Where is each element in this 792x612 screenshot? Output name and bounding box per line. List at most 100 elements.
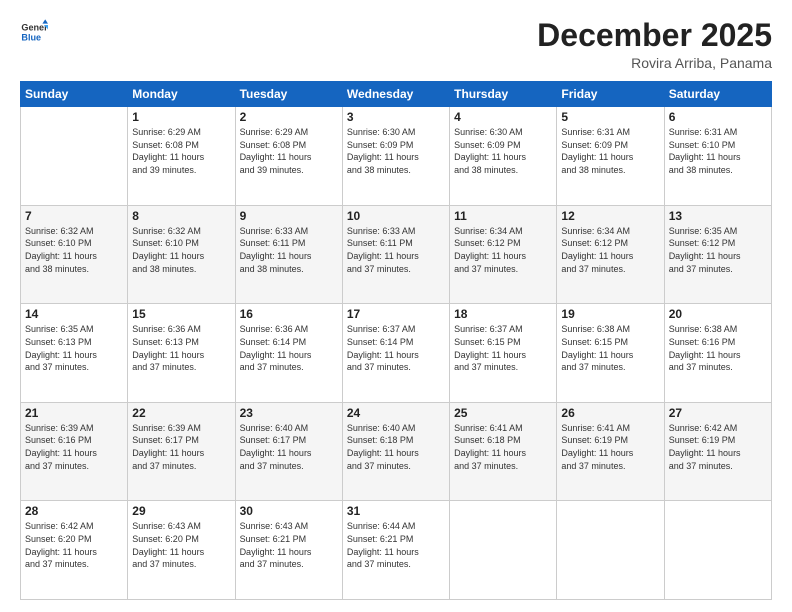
day-info: Sunrise: 6:35 AM Sunset: 6:13 PM Dayligh… — [25, 323, 123, 373]
title-area: December 2025 Rovira Arriba, Panama — [537, 18, 772, 71]
header-thursday: Thursday — [450, 82, 557, 107]
table-row: 14Sunrise: 6:35 AM Sunset: 6:13 PM Dayli… — [21, 304, 128, 403]
table-row: 1Sunrise: 6:29 AM Sunset: 6:08 PM Daylig… — [128, 107, 235, 206]
day-info: Sunrise: 6:36 AM Sunset: 6:13 PM Dayligh… — [132, 323, 230, 373]
day-info: Sunrise: 6:31 AM Sunset: 6:09 PM Dayligh… — [561, 126, 659, 176]
day-info: Sunrise: 6:29 AM Sunset: 6:08 PM Dayligh… — [240, 126, 338, 176]
day-info: Sunrise: 6:43 AM Sunset: 6:21 PM Dayligh… — [240, 520, 338, 570]
day-info: Sunrise: 6:33 AM Sunset: 6:11 PM Dayligh… — [347, 225, 445, 275]
days-header-row: Sunday Monday Tuesday Wednesday Thursday… — [21, 82, 772, 107]
day-number: 7 — [25, 209, 123, 223]
table-row: 12 Sunrise: 6:34 AM Sunset: 6:12 PM Dayli… — [557, 205, 664, 304]
day-info: Sunrise: 6:31 AM Sunset: 6:10 PM Dayligh… — [669, 126, 767, 176]
table-row: 20 Sunrise: 6:38 AM Sunset: 6:16 PM Dayli… — [664, 304, 771, 403]
day-info: Sunrise: 6:37 AM Sunset: 6:14 PM Dayligh… — [347, 323, 445, 373]
table-row: 18 Sunrise: 6:37 AM Sunset: 6:15 PM Dayli… — [450, 304, 557, 403]
table-row: 30 Sunrise: 6:43 AM Sunset: 6:21 PM Dayli… — [235, 501, 342, 600]
header-monday: Monday — [128, 82, 235, 107]
day-number: 27 — [669, 406, 767, 420]
header-tuesday: Tuesday — [235, 82, 342, 107]
day-number: 3 — [347, 110, 445, 124]
header-saturday: Saturday — [664, 82, 771, 107]
calendar-week-4: 21 Sunrise: 6:39 AM Sunset: 6:16 PM Dayli… — [21, 402, 772, 501]
svg-text:Blue: Blue — [21, 32, 41, 42]
month-title: December 2025 — [537, 18, 772, 53]
day-info: Sunrise: 6:40 AM Sunset: 6:18 PM Dayligh… — [347, 422, 445, 472]
day-info: Sunrise: 6:32 AM Sunset: 6:10 PM Dayligh… — [25, 225, 123, 275]
day-info: Sunrise: 6:42 AM Sunset: 6:19 PM Dayligh… — [669, 422, 767, 472]
table-row: 22Sunrise: 6:39 AM Sunset: 6:17 PM Dayli… — [128, 402, 235, 501]
table-row: 19Sunrise: 6:38 AM Sunset: 6:15 PM Dayli… — [557, 304, 664, 403]
day-number: 11 — [454, 209, 552, 223]
table-row: 26 Sunrise: 6:41 AM Sunset: 6:19 PM Dayli… — [557, 402, 664, 501]
day-info: Sunrise: 6:29 AM Sunset: 6:08 PM Dayligh… — [132, 126, 230, 176]
day-info: Sunrise: 6:44 AM Sunset: 6:21 PM Dayligh… — [347, 520, 445, 570]
table-row: 23 Sunrise: 6:40 AM Sunset: 6:17 PM Dayli… — [235, 402, 342, 501]
table-row: 29 Sunrise: 6:43 AM Sunset: 6:20 PM Dayli… — [128, 501, 235, 600]
calendar-week-1: 1Sunrise: 6:29 AM Sunset: 6:08 PM Daylig… — [21, 107, 772, 206]
header: General Blue December 2025 Rovira Arriba… — [20, 18, 772, 71]
logo: General Blue — [20, 18, 48, 46]
day-number: 21 — [25, 406, 123, 420]
day-info: Sunrise: 6:38 AM Sunset: 6:16 PM Dayligh… — [669, 323, 767, 373]
page: General Blue December 2025 Rovira Arriba… — [0, 0, 792, 612]
table-row — [664, 501, 771, 600]
day-number: 12 — [561, 209, 659, 223]
calendar-week-3: 14Sunrise: 6:35 AM Sunset: 6:13 PM Dayli… — [21, 304, 772, 403]
day-number: 10 — [347, 209, 445, 223]
table-row: 17Sunrise: 6:37 AM Sunset: 6:14 PM Dayli… — [342, 304, 449, 403]
table-row: 31 Sunrise: 6:44 AM Sunset: 6:21 PM Dayli… — [342, 501, 449, 600]
day-number: 13 — [669, 209, 767, 223]
day-number: 30 — [240, 504, 338, 518]
day-number: 8 — [132, 209, 230, 223]
table-row: 25 Sunrise: 6:41 AM Sunset: 6:18 PM Dayli… — [450, 402, 557, 501]
day-number: 23 — [240, 406, 338, 420]
day-number: 16 — [240, 307, 338, 321]
calendar: Sunday Monday Tuesday Wednesday Thursday… — [20, 81, 772, 600]
day-info: Sunrise: 6:35 AM Sunset: 6:12 PM Dayligh… — [669, 225, 767, 275]
calendar-week-5: 28 Sunrise: 6:42 AM Sunset: 6:20 PM Dayli… — [21, 501, 772, 600]
day-info: Sunrise: 6:41 AM Sunset: 6:19 PM Dayligh… — [561, 422, 659, 472]
header-friday: Friday — [557, 82, 664, 107]
day-info: Sunrise: 6:36 AM Sunset: 6:14 PM Dayligh… — [240, 323, 338, 373]
day-number: 25 — [454, 406, 552, 420]
day-info: Sunrise: 6:30 AM Sunset: 6:09 PM Dayligh… — [454, 126, 552, 176]
day-number: 2 — [240, 110, 338, 124]
table-row: 9Sunrise: 6:33 AM Sunset: 6:11 PM Daylig… — [235, 205, 342, 304]
table-row: 11 Sunrise: 6:34 AM Sunset: 6:12 PM Dayli… — [450, 205, 557, 304]
table-row: 10 Sunrise: 6:33 AM Sunset: 6:11 PM Dayli… — [342, 205, 449, 304]
calendar-week-2: 7 Sunrise: 6:32 AM Sunset: 6:10 PM Daylig… — [21, 205, 772, 304]
day-number: 29 — [132, 504, 230, 518]
header-wednesday: Wednesday — [342, 82, 449, 107]
svg-text:General: General — [21, 23, 48, 33]
day-number: 9 — [240, 209, 338, 223]
table-row: 27 Sunrise: 6:42 AM Sunset: 6:19 PM Dayli… — [664, 402, 771, 501]
day-info: Sunrise: 6:43 AM Sunset: 6:20 PM Dayligh… — [132, 520, 230, 570]
header-sunday: Sunday — [21, 82, 128, 107]
day-info: Sunrise: 6:42 AM Sunset: 6:20 PM Dayligh… — [25, 520, 123, 570]
day-info: Sunrise: 6:39 AM Sunset: 6:17 PM Dayligh… — [132, 422, 230, 472]
table-row — [450, 501, 557, 600]
day-number: 26 — [561, 406, 659, 420]
day-info: Sunrise: 6:34 AM Sunset: 6:12 PM Dayligh… — [454, 225, 552, 275]
day-number: 20 — [669, 307, 767, 321]
day-number: 31 — [347, 504, 445, 518]
table-row: 13 Sunrise: 6:35 AM Sunset: 6:12 PM Dayli… — [664, 205, 771, 304]
day-number: 15 — [132, 307, 230, 321]
table-row: 4 Sunrise: 6:30 AM Sunset: 6:09 PM Daylig… — [450, 107, 557, 206]
day-number: 28 — [25, 504, 123, 518]
table-row: 6Sunrise: 6:31 AM Sunset: 6:10 PM Daylig… — [664, 107, 771, 206]
day-info: Sunrise: 6:41 AM Sunset: 6:18 PM Dayligh… — [454, 422, 552, 472]
day-info: Sunrise: 6:40 AM Sunset: 6:17 PM Dayligh… — [240, 422, 338, 472]
day-number: 19 — [561, 307, 659, 321]
table-row: 24 Sunrise: 6:40 AM Sunset: 6:18 PM Dayli… — [342, 402, 449, 501]
day-info: Sunrise: 6:30 AM Sunset: 6:09 PM Dayligh… — [347, 126, 445, 176]
subtitle: Rovira Arriba, Panama — [537, 55, 772, 71]
day-info: Sunrise: 6:34 AM Sunset: 6:12 PM Dayligh… — [561, 225, 659, 275]
day-number: 18 — [454, 307, 552, 321]
day-info: Sunrise: 6:39 AM Sunset: 6:16 PM Dayligh… — [25, 422, 123, 472]
table-row: 28 Sunrise: 6:42 AM Sunset: 6:20 PM Dayli… — [21, 501, 128, 600]
day-number: 24 — [347, 406, 445, 420]
day-number: 4 — [454, 110, 552, 124]
day-info: Sunrise: 6:37 AM Sunset: 6:15 PM Dayligh… — [454, 323, 552, 373]
